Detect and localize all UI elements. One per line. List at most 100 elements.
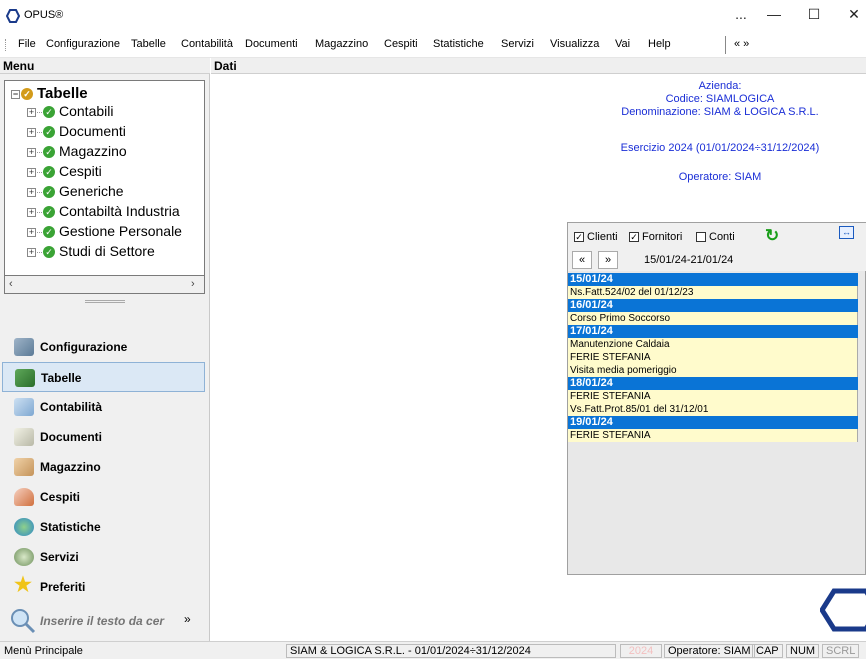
- menu-grip[interactable]: [5, 39, 8, 51]
- tree-view[interactable]: − ✓ Tabelle + ✓ Contabili + ✓ Documenti + ✓ Maga…: [4, 80, 205, 276]
- collapse-icon[interactable]: −: [11, 89, 20, 99]
- agenda-date-row[interactable]: 17/01/24: [568, 325, 858, 338]
- close-button[interactable]: ✕: [840, 6, 866, 26]
- tree-item-generiche[interactable]: + ✓ Generiche: [27, 183, 124, 199]
- nav-preferiti-button[interactable]: ★ Preferiti: [2, 572, 205, 602]
- prev-week-button[interactable]: «: [572, 251, 592, 269]
- expand-icon[interactable]: +: [27, 167, 36, 177]
- nav-magazzino-button[interactable]: Magazzino: [2, 452, 205, 482]
- nav-servizi-button[interactable]: Servizi: [2, 542, 205, 572]
- check-icon: ✓: [43, 206, 55, 219]
- status-bar: Menù Principale SIAM & LOGICA S.R.L. - 0…: [0, 641, 866, 659]
- title-bar: OPUS® ... — ☐ ✕: [0, 0, 866, 32]
- expand-icon[interactable]: +: [27, 207, 36, 217]
- tree-item-label: Contabiltà Industria: [59, 203, 180, 219]
- nav-documenti-button[interactable]: Documenti: [2, 422, 205, 452]
- menu-cespiti[interactable]: Cespiti: [384, 38, 418, 50]
- menu-magazzino[interactable]: Magazzino: [315, 38, 368, 50]
- search-input[interactable]: [38, 612, 178, 630]
- agenda-date-row[interactable]: 16/01/24: [568, 299, 858, 312]
- nav-statistiche-button[interactable]: Statistiche: [2, 512, 205, 542]
- agenda-event-row[interactable]: FERIE STEFANIA: [568, 390, 858, 403]
- status-scrl: SCRL: [822, 644, 860, 658]
- refresh-icon[interactable]: ↻: [765, 226, 779, 246]
- scroll-right-icon[interactable]: ›: [191, 278, 195, 290]
- status-year: 2024: [620, 644, 662, 658]
- agenda-event-row[interactable]: Ns.Fatt.524/02 del 01/12/23: [568, 286, 858, 299]
- expand-icon[interactable]: +: [27, 227, 36, 237]
- nav-configurazione-button[interactable]: Configurazione: [2, 332, 205, 362]
- filter-conti-checkbox[interactable]: Conti: [696, 231, 735, 243]
- search-row: »: [2, 606, 205, 636]
- expand-icon[interactable]: +: [27, 187, 36, 197]
- agenda-event-row[interactable]: Vs.Fatt.Prot.85/01 del 31/12/01: [568, 403, 858, 416]
- tree-item-contabilta-industria[interactable]: + ✓ Contabiltà Industria: [27, 203, 180, 219]
- menu-servizi[interactable]: Servizi: [501, 38, 534, 50]
- agenda-date-row[interactable]: 18/01/24: [568, 377, 858, 390]
- agenda-event-row[interactable]: FERIE STEFANIA: [568, 429, 858, 442]
- agenda-date-row[interactable]: 19/01/24: [568, 416, 858, 429]
- more-icon[interactable]: ...: [727, 6, 755, 26]
- menu-visualizza[interactable]: Visualizza: [550, 38, 599, 50]
- expand-icon[interactable]: +: [27, 127, 36, 137]
- menu-file[interactable]: File: [18, 38, 36, 50]
- tools-icon: [14, 338, 34, 356]
- check-icon: ✓: [43, 106, 55, 119]
- nav-label: Cespiti: [40, 490, 81, 504]
- fit-width-icon[interactable]: ↔: [839, 226, 854, 239]
- azienda-label: Azienda:: [698, 80, 742, 92]
- tree-horizontal-scrollbar[interactable]: ‹ ›: [4, 276, 205, 294]
- check-icon: ✓: [43, 186, 55, 199]
- search-icon[interactable]: [10, 608, 36, 634]
- nav-label: Preferiti: [40, 580, 86, 594]
- star-icon: ★: [14, 574, 32, 596]
- status-cap: CAP: [752, 644, 783, 658]
- maximize-button[interactable]: ☐: [800, 6, 828, 26]
- assets-icon: [14, 488, 34, 506]
- tree-item-gestione-personale[interactable]: + ✓ Gestione Personale: [27, 223, 182, 239]
- menu-help[interactable]: Help: [648, 38, 671, 50]
- app-title: OPUS®: [24, 9, 64, 21]
- menu-documenti[interactable]: Documenti: [245, 38, 298, 50]
- tree-item-studi-di-settore[interactable]: + ✓ Studi di Settore: [27, 243, 155, 259]
- ledger-icon: [14, 398, 34, 416]
- warehouse-icon: [14, 458, 34, 476]
- expand-more-icon[interactable]: »: [184, 612, 191, 626]
- menu-tabelle[interactable]: Tabelle: [131, 38, 166, 50]
- menu-panel-header: Menu: [0, 58, 210, 74]
- tree-item-documenti[interactable]: + ✓ Documenti: [27, 123, 126, 139]
- menu-bar: File Configurazione Tabelle Contabilità …: [0, 32, 866, 58]
- tree-item-contabili[interactable]: + ✓ Contabili: [27, 103, 113, 119]
- expand-icon[interactable]: +: [27, 147, 36, 157]
- checkbox-checked-icon: ✓: [574, 232, 584, 243]
- filter-clienti-checkbox[interactable]: ✓ Clienti: [574, 231, 618, 243]
- menu-statistiche[interactable]: Statistiche: [433, 38, 484, 50]
- tree-item-magazzino[interactable]: + ✓ Magazzino: [27, 143, 127, 159]
- expand-icon[interactable]: +: [27, 107, 36, 117]
- nav-contabilita-button[interactable]: Contabilità: [2, 392, 205, 422]
- menu-configurazione[interactable]: Configurazione: [46, 38, 120, 50]
- check-icon: ✓: [43, 226, 55, 239]
- expand-icon[interactable]: +: [27, 247, 36, 257]
- globe-icon: [14, 518, 34, 536]
- menu-chevrons[interactable]: « »: [734, 38, 749, 50]
- nav-tabelle-button[interactable]: Tabelle: [2, 362, 205, 392]
- nav-cespiti-button[interactable]: Cespiti: [2, 482, 205, 512]
- tree-root[interactable]: − ✓ Tabelle: [11, 85, 88, 102]
- menu-contabilita[interactable]: Contabilità: [181, 38, 233, 50]
- agenda-event-row[interactable]: Visita media pomeriggio: [568, 364, 858, 377]
- status-operator: Operatore: SIAM: [664, 644, 755, 658]
- tree-item-cespiti[interactable]: + ✓ Cespiti: [27, 163, 102, 179]
- next-week-button[interactable]: »: [598, 251, 618, 269]
- scroll-left-icon[interactable]: ‹: [9, 278, 13, 290]
- agenda-event-row[interactable]: Corso Primo Soccorso: [568, 312, 858, 325]
- document-icon: [14, 428, 34, 446]
- agenda-date-row[interactable]: 15/01/24: [568, 273, 858, 286]
- agenda-event-row[interactable]: Manutenzione Caldaia: [568, 338, 858, 351]
- week-range: 15/01/24-21/01/24: [644, 254, 734, 266]
- agenda-event-row[interactable]: FERIE STEFANIA: [568, 351, 858, 364]
- filter-fornitori-checkbox[interactable]: ✓ Fornitori: [629, 231, 682, 243]
- panel-splitter[interactable]: [85, 300, 125, 303]
- minimize-button[interactable]: —: [760, 6, 788, 26]
- menu-vai[interactable]: Vai: [615, 38, 630, 50]
